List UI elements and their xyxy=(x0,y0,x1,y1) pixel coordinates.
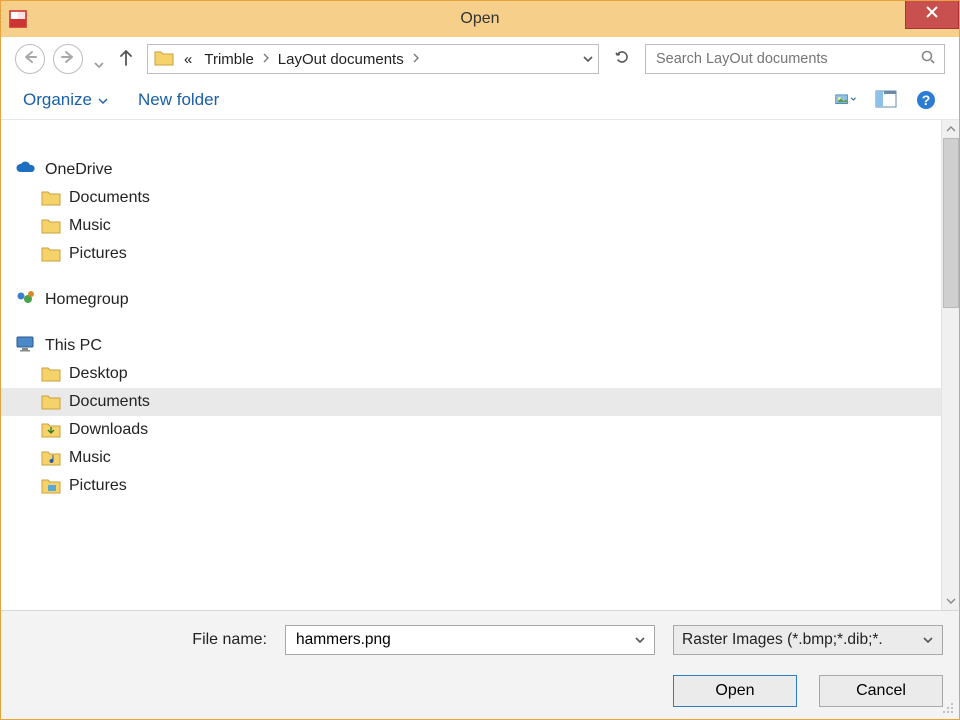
sidebar-item-desktop[interactable]: Desktop xyxy=(1,360,959,388)
sidebar-item-label: This PC xyxy=(45,337,102,355)
breadcrumb-seg-layoutdocs[interactable]: LayOut documents xyxy=(272,45,410,73)
arrow-right-icon xyxy=(60,50,76,69)
recent-locations-dropdown[interactable] xyxy=(93,56,105,63)
search-input[interactable] xyxy=(654,50,920,68)
help-button[interactable]: ? xyxy=(915,89,937,111)
sidebar-item-homegroup[interactable]: Homegroup xyxy=(1,286,959,314)
sidebar-item-label: Music xyxy=(69,217,111,235)
preview-pane-toggle[interactable] xyxy=(875,89,897,111)
sidebar-item-onedrive-documents[interactable]: Documents xyxy=(1,184,959,212)
sidebar-item-label: Pictures xyxy=(69,477,127,495)
search-box[interactable] xyxy=(645,44,945,74)
sidebar-item-label: Desktop xyxy=(69,365,128,383)
refresh-button[interactable] xyxy=(607,44,637,74)
folder-icon xyxy=(41,189,61,207)
sidebar-item-label: Pictures xyxy=(69,245,127,263)
sidebar-item-onedrive-pictures[interactable]: Pictures xyxy=(1,240,959,268)
folder-icon xyxy=(41,365,61,383)
footer: File name: Raster Images (*.bmp;*.dib;*.… xyxy=(1,610,959,719)
address-bar[interactable]: « Trimble LayOut documents xyxy=(147,44,599,74)
open-dialog: Open « xyxy=(0,0,960,720)
scroll-thumb[interactable] xyxy=(943,138,959,308)
filetype-filter-label: Raster Images (*.bmp;*.dib;*. xyxy=(682,631,883,649)
sidebar-item-downloads[interactable]: Downloads xyxy=(1,416,959,444)
sidebar-item-label: Documents xyxy=(69,189,150,207)
search-icon xyxy=(920,49,936,70)
organize-label: Organize xyxy=(23,90,92,110)
thispc-icon xyxy=(15,335,37,358)
folder-icon xyxy=(41,217,61,235)
filetype-filter-dropdown[interactable]: Raster Images (*.bmp;*.dib;*. xyxy=(673,625,943,655)
caret-down-icon xyxy=(98,90,108,110)
filename-combobox[interactable] xyxy=(285,625,655,655)
address-dropdown[interactable] xyxy=(578,45,598,73)
caret-down-icon xyxy=(922,631,934,649)
filename-input[interactable] xyxy=(294,630,634,650)
resize-grip[interactable] xyxy=(941,701,955,715)
sidebar-item-thispc[interactable]: This PC xyxy=(1,332,959,360)
close-icon xyxy=(925,5,939,24)
sidebar: OneDrive Documents Music Pictures xyxy=(1,120,959,610)
svg-text:?: ? xyxy=(922,92,931,108)
titlebar: Open xyxy=(1,1,959,37)
sidebar-item-onedrive-music[interactable]: Music xyxy=(1,212,959,240)
chevron-right-icon[interactable] xyxy=(410,52,422,67)
body: OneDrive Documents Music Pictures xyxy=(1,120,959,610)
folder-icon xyxy=(41,477,61,495)
forward-button[interactable] xyxy=(53,44,83,74)
sidebar-item-label: Documents xyxy=(69,393,150,411)
sidebar-scrollbar[interactable] xyxy=(941,120,959,610)
open-button[interactable]: Open xyxy=(673,675,797,707)
sidebar-item-onedrive[interactable]: OneDrive xyxy=(1,156,959,184)
folder-icon xyxy=(41,449,61,467)
sidebar-item-label: Downloads xyxy=(69,421,148,439)
breadcrumb-prefix: « xyxy=(178,45,198,73)
back-button[interactable] xyxy=(15,44,45,74)
new-folder-button[interactable]: New folder xyxy=(138,90,219,110)
sidebar-item-music[interactable]: Music xyxy=(1,444,959,472)
folder-icon xyxy=(41,421,61,439)
sidebar-item-pictures[interactable]: Pictures xyxy=(1,472,959,500)
nav-row: « Trimble LayOut documents xyxy=(1,37,959,81)
folder-icon xyxy=(41,393,61,411)
command-toolbar: Organize New folder ? xyxy=(1,81,959,120)
folder-icon xyxy=(41,245,61,263)
up-button[interactable] xyxy=(117,50,135,68)
scroll-up-icon[interactable] xyxy=(942,120,960,138)
filename-label: File name: xyxy=(192,631,267,649)
breadcrumb-seg-trimble[interactable]: Trimble xyxy=(198,45,259,73)
sidebar-item-documents[interactable]: Documents xyxy=(1,388,959,416)
sidebar-item-label: OneDrive xyxy=(45,161,113,179)
sidebar-item-label: Homegroup xyxy=(45,291,129,309)
homegroup-icon xyxy=(15,289,37,312)
cancel-button-label: Cancel xyxy=(856,682,906,700)
caret-down-icon[interactable] xyxy=(634,631,646,649)
sidebar-item-label: Music xyxy=(69,449,111,467)
chevron-right-icon[interactable] xyxy=(260,52,272,67)
refresh-icon xyxy=(613,48,631,71)
arrow-left-icon xyxy=(22,50,38,69)
organize-menu[interactable]: Organize xyxy=(23,90,108,110)
cancel-button[interactable]: Cancel xyxy=(819,675,943,707)
window-title: Open xyxy=(1,10,959,28)
scroll-down-icon[interactable] xyxy=(942,592,960,610)
new-folder-label: New folder xyxy=(138,90,219,109)
open-button-label: Open xyxy=(715,682,754,700)
app-icon xyxy=(7,8,29,30)
arrow-up-icon xyxy=(118,48,134,71)
view-mode-dropdown[interactable] xyxy=(835,89,857,111)
close-button[interactable] xyxy=(905,1,959,29)
folder-icon xyxy=(154,49,174,69)
onedrive-icon xyxy=(15,160,37,181)
